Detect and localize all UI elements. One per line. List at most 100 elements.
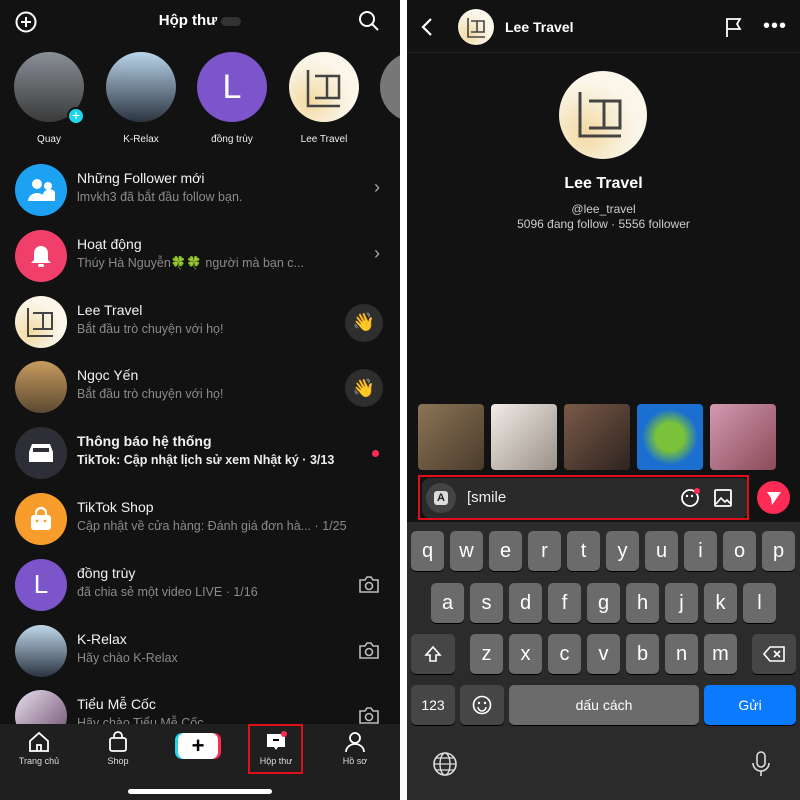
globe-icon[interactable] <box>431 750 459 778</box>
avatar <box>15 361 67 414</box>
list-item[interactable]: Thông báo hệ thống TikTok: Cập nhật lịch … <box>0 420 400 486</box>
unread-dot <box>372 450 379 458</box>
camera-icon[interactable] <box>358 574 380 599</box>
key-n[interactable]: n <box>665 634 698 674</box>
backspace-key[interactable] <box>752 634 796 674</box>
back-icon[interactable] <box>417 14 437 40</box>
keyboard-send-key[interactable]: Gửi <box>704 685 796 725</box>
key-z[interactable]: z <box>470 634 503 674</box>
shop-icon <box>109 731 127 752</box>
avatar: L <box>197 52 267 122</box>
nav-shop[interactable]: Shop <box>88 730 148 766</box>
lee-logo[interactable] <box>458 9 494 45</box>
chevron-right-icon[interactable]: › <box>374 243 380 264</box>
profile-avatar[interactable] <box>559 71 647 159</box>
send-button[interactable] <box>757 481 790 514</box>
list-item[interactable]: Ngọc Yến Bắt đầu trò chuyện với họ! 👋 <box>0 354 400 420</box>
list-item[interactable]: Hoạt động Thúy Hà Nguyễn🍀🍀 người mà bạn c… <box>0 223 400 289</box>
list-item[interactable]: TikTok Shop Cập nhật về cửa hàng: Đánh gi… <box>0 486 400 552</box>
key-e[interactable]: e <box>489 531 522 571</box>
avatar: L <box>15 558 67 611</box>
key-o[interactable]: o <box>723 531 756 571</box>
key-f[interactable]: f <box>548 583 581 623</box>
key-u[interactable]: u <box>645 531 678 571</box>
microphone-icon[interactable] <box>747 750 775 778</box>
item-subtitle: Hãy chào K-Relax <box>77 650 178 665</box>
nav-profile[interactable]: Hồ sơ <box>325 730 385 766</box>
key-h[interactable]: h <box>626 583 659 623</box>
item-title: Tiểu Mễ Cốc <box>77 696 156 713</box>
key-r[interactable]: r <box>528 531 561 571</box>
key-m[interactable]: m <box>704 634 737 674</box>
nav-home[interactable]: Trang chủ <box>9 730 69 766</box>
chat-header-name[interactable]: Lee Travel <box>505 19 574 35</box>
emoji-icon <box>472 695 492 715</box>
chat-panel: Lee Travel ••• Lee Travel @lee_travel 50… <box>407 0 800 800</box>
key-c[interactable]: c <box>548 634 581 674</box>
gif-thumbnail[interactable] <box>564 404 630 470</box>
flag-icon[interactable] <box>723 16 745 38</box>
item-title: Những Follower mới <box>77 170 205 186</box>
item-subtitle: lmvkh3 đã bắt đầu follow bạn. <box>77 190 243 204</box>
bottom-nav: Trang chủ Shop + Hộp thư Hồ sơ <box>0 724 400 800</box>
home-icon <box>29 731 49 752</box>
key-g[interactable]: g <box>587 583 620 623</box>
key-p[interactable]: p <box>762 531 795 571</box>
avatar <box>15 624 67 677</box>
key-q[interactable]: q <box>411 531 444 571</box>
key-w[interactable]: w <box>450 531 483 571</box>
key-a[interactable]: a <box>431 583 464 623</box>
more-icon[interactable]: ••• <box>763 15 787 38</box>
gif-thumbnail[interactable] <box>637 404 703 470</box>
gif-thumbnail[interactable] <box>710 404 776 470</box>
shift-key[interactable] <box>411 634 455 674</box>
people-icon <box>15 164 67 216</box>
key-i[interactable]: i <box>684 531 717 571</box>
create-button[interactable]: + <box>178 733 218 759</box>
emoji-key[interactable] <box>460 685 504 725</box>
key-t[interactable]: t <box>567 531 600 571</box>
inbox-tray-icon <box>15 427 67 480</box>
gif-thumbnail[interactable] <box>491 404 557 470</box>
story-lee-travel[interactable]: Lee Travel <box>288 52 360 145</box>
backspace-icon <box>763 646 785 662</box>
key-l[interactable]: l <box>743 583 776 623</box>
key-j[interactable]: j <box>665 583 698 623</box>
numbers-key[interactable]: 123 <box>411 685 455 725</box>
key-k[interactable]: k <box>704 583 737 623</box>
space-key[interactable]: dấu cách <box>509 685 699 725</box>
add-story-icon[interactable]: + <box>67 107 85 125</box>
lee-logo <box>289 52 359 122</box>
search-icon[interactable] <box>357 9 381 33</box>
shopping-bag-icon <box>15 493 67 545</box>
item-subtitle: đã chia sẻ một video LIVE · 1/16 <box>77 584 258 599</box>
key-s[interactable]: s <box>470 583 503 623</box>
list-item[interactable]: Lee Travel Bắt đầu trò chuyện với họ! 👋 <box>0 289 400 355</box>
key-b[interactable]: b <box>626 634 659 674</box>
key-x[interactable]: x <box>509 634 542 674</box>
highlight-box <box>248 724 303 774</box>
list-item[interactable]: K-Relax Hãy chào K-Relax <box>0 618 400 684</box>
keyboard: q w e r t y u i o p a s d f g h j k l z x c v b n m 123 dấu cách Gửi <box>407 522 800 800</box>
profile-handle: @lee_travel <box>571 202 636 216</box>
gif-thumbnail[interactable] <box>418 404 484 470</box>
story-quay[interactable]: + Quay <box>13 52 85 145</box>
item-subtitle: Cập nhật về cửa hàng: Đánh giá đơn hà...… <box>77 519 347 533</box>
key-v[interactable]: v <box>587 634 620 674</box>
story-partial[interactable] <box>380 52 400 122</box>
item-title: Lee Travel <box>77 301 143 318</box>
shift-icon <box>424 645 442 662</box>
wave-icon[interactable]: 👋 <box>345 369 383 408</box>
status-toggle[interactable] <box>221 16 242 26</box>
story-dong-truy[interactable]: Lđồng trùy <box>196 52 268 145</box>
key-y[interactable]: y <box>606 531 639 571</box>
list-item[interactable]: Lđồng trùy đã chia sẻ một video LIVE · 1/… <box>0 552 400 618</box>
story-k-relax[interactable]: K-Relax <box>105 52 177 145</box>
send-icon <box>766 491 781 505</box>
key-d[interactable]: d <box>509 583 542 623</box>
chevron-right-icon[interactable]: › <box>374 177 380 198</box>
item-subtitle: Bắt đầu trò chuyện với họ! <box>77 321 224 336</box>
list-item[interactable]: Những Follower mới lmvkh3 đã bắt đầu foll… <box>0 157 400 223</box>
wave-icon[interactable]: 👋 <box>345 303 383 342</box>
camera-icon[interactable] <box>358 640 380 665</box>
